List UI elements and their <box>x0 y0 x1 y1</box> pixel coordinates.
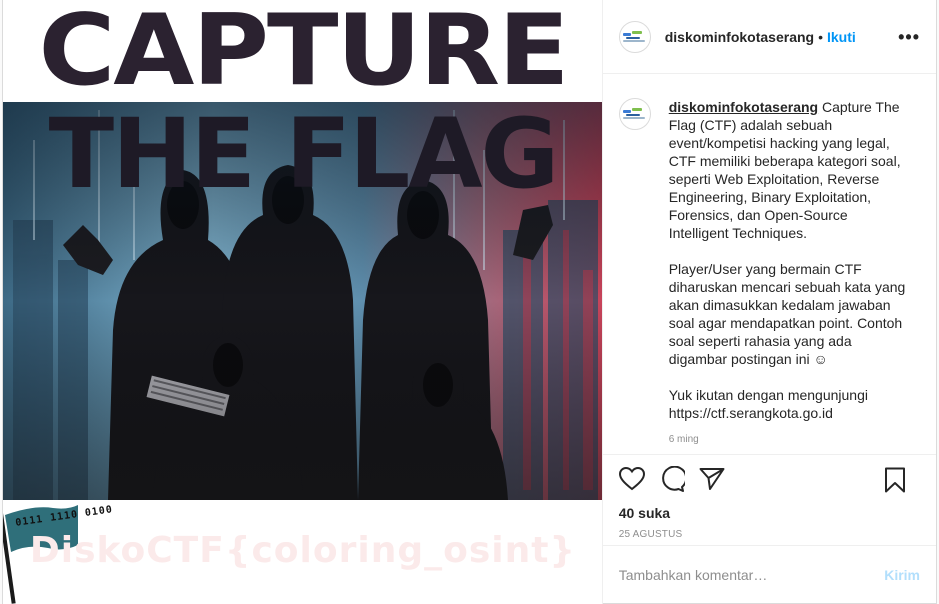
hidden-flag-text: DiskoCTF{coloring_osint} <box>29 530 577 571</box>
comment-input[interactable] <box>618 567 859 583</box>
action-bar <box>602 454 936 502</box>
poster-title-line2: THE FLAG <box>48 98 560 210</box>
header-separator: • <box>818 28 823 45</box>
post-comment-button[interactable]: Kirim <box>884 567 920 583</box>
caption-paragraph-2: Player/User yang bermain CTF diharuskan … <box>668 261 906 367</box>
post-header: diskominfokotaserang • Ikuti ••• <box>602 0 936 74</box>
caption-paragraph-1: Capture The Flag (CTF) adalah sebuah eve… <box>668 99 901 241</box>
post-date[interactable]: 25 AGUSTUS <box>602 524 936 546</box>
bookmark-icon[interactable] <box>882 467 908 493</box>
more-options-icon[interactable]: ••• <box>898 28 920 46</box>
add-comment-bar: Kirim <box>603 546 936 604</box>
post-side-panel: diskominfokotaserang • Ikuti ••• diskomi… <box>601 0 936 604</box>
caption-area: diskominfokotaserang Capture The Flag (C… <box>603 74 936 454</box>
heart-icon[interactable] <box>618 466 645 492</box>
avatar[interactable] <box>618 98 651 130</box>
avatar-logo-icon <box>622 30 647 43</box>
share-icon[interactable] <box>699 466 725 492</box>
comment-icon[interactable] <box>659 465 685 492</box>
follow-button[interactable]: Ikuti <box>827 29 856 45</box>
post-image[interactable]: CAPTURE THE FLAG 0111 1110 0100 DiskoCTF… <box>3 0 602 604</box>
caption-text: diskominfokotaserang Capture The Flag (C… <box>669 98 909 454</box>
poster-title-line1: CAPTURE <box>38 0 569 108</box>
avatar[interactable] <box>618 20 651 53</box>
header-username-link[interactable]: diskominfokotaserang <box>665 29 814 45</box>
post-dialog: CAPTURE THE FLAG 0111 1110 0100 DiskoCTF… <box>2 0 937 604</box>
caption-username-link[interactable]: diskominfokotaserang <box>669 99 818 115</box>
caption-timestamp[interactable]: 6 ming <box>669 434 909 446</box>
caption-paragraph-3: Yuk ikutan dengan mengunjungi https://ct… <box>668 387 868 421</box>
likes-count[interactable]: 40 suka <box>603 502 936 524</box>
avatar-logo-icon <box>622 108 647 120</box>
